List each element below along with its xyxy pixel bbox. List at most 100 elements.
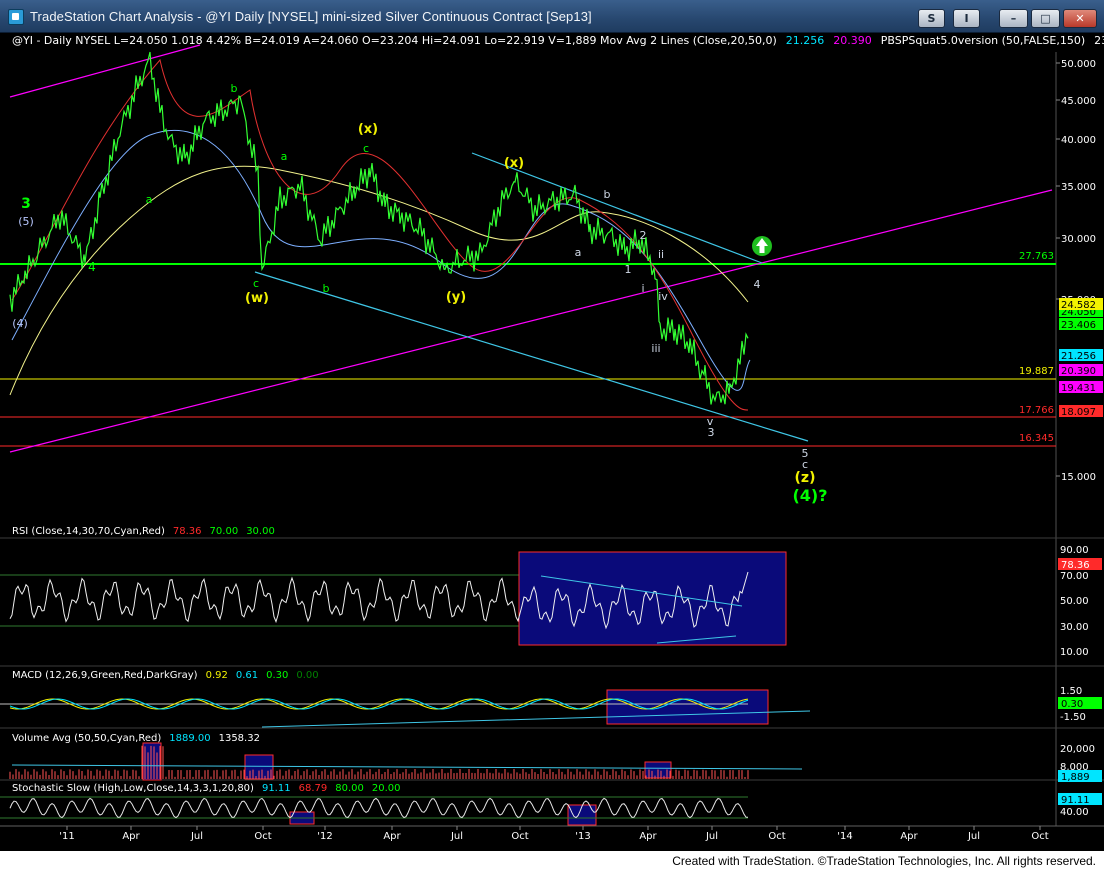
wave-count-label: (5) bbox=[18, 215, 34, 228]
volume-tick-label: 20,000 bbox=[1060, 744, 1095, 755]
stochastic-badge: 91.11 bbox=[1061, 795, 1090, 806]
close-button[interactable]: ✕ bbox=[1063, 9, 1097, 28]
price-badge: 19.431 bbox=[1061, 383, 1096, 394]
macd-header-field: MACD (12,26,9,Green,Red,DarkGray) bbox=[12, 670, 198, 681]
price-badge: 21.256 bbox=[1061, 351, 1096, 362]
chart-header-field: PBSPSquat5.0version (50,FALSE,150) bbox=[881, 34, 1085, 47]
price-badge: 24.582 bbox=[1061, 300, 1096, 311]
wave-count-label: (w) bbox=[245, 291, 269, 306]
time-axis-label: Jul bbox=[967, 831, 980, 842]
stochastic-header-field: 20.00 bbox=[372, 783, 401, 794]
time-axis-label: '12 bbox=[317, 831, 332, 842]
rsi-tick-label: 90.00 bbox=[1060, 545, 1089, 556]
wave-count-label: b bbox=[231, 82, 238, 95]
macd-tick-label: -1.50 bbox=[1060, 712, 1086, 723]
stochastic-tick-label: 40.00 bbox=[1060, 807, 1089, 818]
time-axis-label: Jul bbox=[705, 831, 718, 842]
price-badge: 17.766 bbox=[1019, 405, 1054, 416]
wave-count-label: 4 bbox=[88, 260, 96, 274]
stochastic-header-field: 80.00 bbox=[335, 783, 364, 794]
wave-count-label: (z) bbox=[795, 470, 816, 486]
chart-header-field: @YI - Daily NYSEL L=24.050 1.018 4.42% B… bbox=[12, 34, 777, 47]
stochastic-header-field: 68.79 bbox=[299, 783, 328, 794]
upper-trendline-magenta bbox=[9, 44, 201, 98]
stochastic-line bbox=[9, 797, 749, 819]
status-bar: Created with TradeStation. ©TradeStation… bbox=[0, 851, 1104, 870]
i-menu-button[interactable]: I bbox=[953, 9, 980, 28]
rsi-header-field: 30.00 bbox=[246, 526, 275, 537]
rsi-header-field: 78.36 bbox=[173, 526, 202, 537]
price-tick-label: 45.000 bbox=[1061, 96, 1096, 107]
wave-count-label: iii bbox=[651, 342, 660, 355]
volume-header-field: Volume Avg (50,50,Cyan,Red) bbox=[12, 733, 161, 744]
volume-trendline bbox=[11, 764, 803, 770]
mov-avg-short-line bbox=[11, 58, 749, 411]
wave-count-label: 3 bbox=[21, 196, 31, 212]
volume-badge: 1,889 bbox=[1061, 772, 1090, 783]
time-axis-label: Apr bbox=[900, 831, 918, 842]
stochastic-header-field: 91.11 bbox=[262, 783, 291, 794]
window-title: TradeStation Chart Analysis - @YI Daily … bbox=[30, 9, 592, 24]
wave-count-label: c bbox=[363, 142, 369, 155]
time-axis-label: Oct bbox=[1031, 831, 1048, 842]
wave-count-label: i bbox=[641, 282, 644, 295]
time-axis-label: '11 bbox=[59, 831, 74, 842]
chart-area[interactable]: @YI - Daily NYSEL L=24.050 1.018 4.42% B… bbox=[0, 33, 1104, 851]
volume-header-field: 1889.00 bbox=[169, 733, 210, 744]
price-tick-label: 35.000 bbox=[1061, 182, 1096, 193]
time-axis-label: '13 bbox=[575, 831, 590, 842]
wave-count-label: 2 bbox=[640, 229, 647, 242]
time-axis-label: Apr bbox=[639, 831, 657, 842]
rsi-header-field: 70.00 bbox=[210, 526, 239, 537]
price-tick-label: 30.000 bbox=[1061, 234, 1096, 245]
time-axis-label: Jul bbox=[190, 831, 203, 842]
wave-count-label: (x) bbox=[358, 122, 378, 137]
wave-count-label: 1 bbox=[625, 263, 632, 276]
rsi-header-field: RSI (Close,14,30,70,Cyan,Red) bbox=[12, 526, 165, 537]
time-axis-label: '14 bbox=[837, 831, 852, 842]
macd-header-field: 0.00 bbox=[296, 670, 318, 681]
time-axis-label: Apr bbox=[383, 831, 401, 842]
time-axis-label: Oct bbox=[511, 831, 528, 842]
price-badge: 18.097 bbox=[1061, 407, 1096, 418]
window-titlebar: TradeStation Chart Analysis - @YI Daily … bbox=[0, 0, 1104, 33]
price-chart[interactable]: @YI - Daily NYSEL L=24.050 1.018 4.42% B… bbox=[0, 33, 1104, 851]
time-axis-label: Oct bbox=[254, 831, 271, 842]
price-badge: 19.887 bbox=[1019, 366, 1054, 377]
wave-count-label: b bbox=[604, 188, 611, 201]
macd-header-field: 0.61 bbox=[236, 670, 258, 681]
copyright-status: Created with TradeStation. ©TradeStation… bbox=[672, 854, 1096, 868]
rsi-tick-label: 10.00 bbox=[1060, 647, 1089, 658]
wave-count-label: c bbox=[253, 277, 259, 290]
minimize-button[interactable]: – bbox=[999, 9, 1028, 28]
price-bars-series bbox=[9, 51, 749, 405]
maximize-button[interactable]: □ bbox=[1031, 9, 1060, 28]
rsi-highlight-box bbox=[518, 551, 787, 646]
wave-count-label: a bbox=[281, 150, 288, 163]
wave-count-label: 4 bbox=[754, 278, 761, 291]
volume-header-field: 1358.32 bbox=[219, 733, 260, 744]
stochastic-header-field: Stochastic Slow (High,Low,Close,14,3,3,1… bbox=[12, 783, 254, 794]
chart-header-field: 23.406 bbox=[1094, 34, 1104, 47]
macd-highlight-box bbox=[606, 689, 769, 725]
time-axis-label: Oct bbox=[768, 831, 785, 842]
price-badge: 27.763 bbox=[1019, 251, 1054, 262]
wave-count-label: (4) bbox=[12, 317, 28, 330]
macd-tick-label: 1.50 bbox=[1060, 686, 1082, 697]
macd-badge: 0.30 bbox=[1061, 699, 1083, 710]
rsi-tick-label: 70.00 bbox=[1060, 571, 1089, 582]
wave-count-label: (x) bbox=[504, 156, 524, 171]
wave-count-label: b bbox=[323, 282, 330, 295]
time-axis-label: Jul bbox=[450, 831, 463, 842]
stochastic-highlight-box bbox=[567, 804, 597, 826]
wave-count-label: ii bbox=[658, 248, 664, 261]
mov-avg-mid-line bbox=[11, 129, 751, 391]
s-menu-button[interactable]: S bbox=[918, 9, 945, 28]
channel-trendline-magenta bbox=[9, 189, 1053, 453]
price-badge: 16.345 bbox=[1019, 433, 1054, 444]
wave-count-label: a bbox=[146, 193, 153, 206]
chart-header-field: 20.390 bbox=[833, 34, 872, 47]
macd-header-field: 0.92 bbox=[206, 670, 228, 681]
price-tick-label: 15.000 bbox=[1061, 472, 1096, 483]
rsi-tick-label: 30.00 bbox=[1060, 622, 1089, 633]
